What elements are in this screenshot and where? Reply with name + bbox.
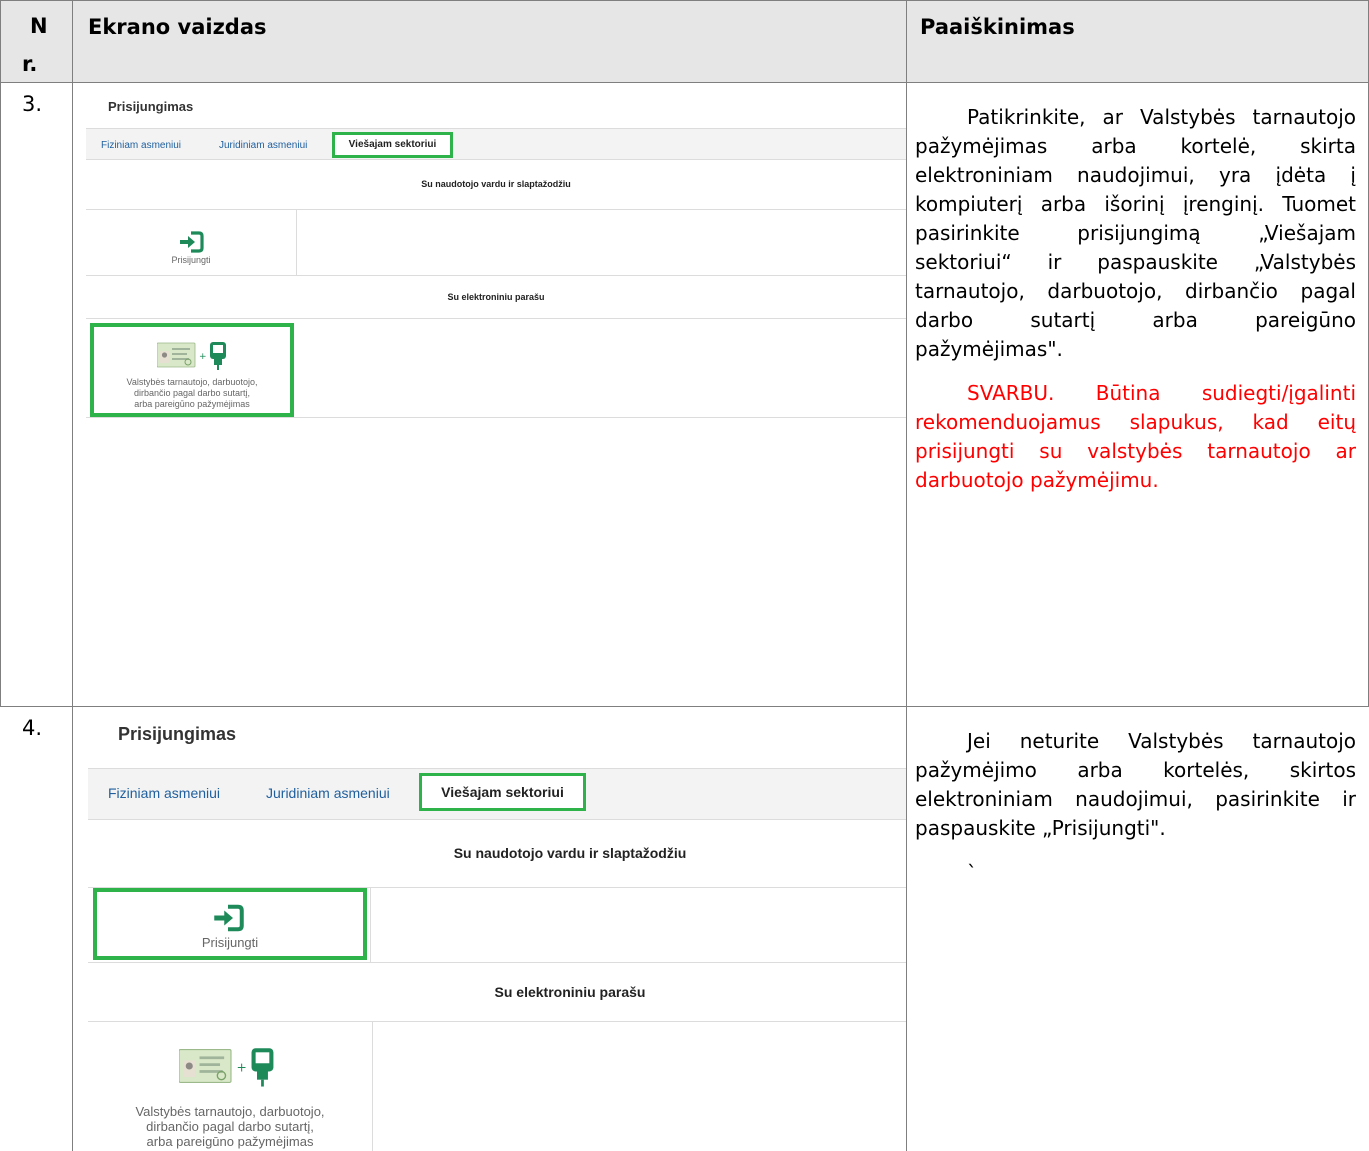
card-label-line: dirbančio pagal darbo sutartį, xyxy=(146,1119,314,1134)
explanation-text: Jei neturite Valstybės tarnautojo pažymė… xyxy=(915,729,1356,840)
login-arrow-icon xyxy=(180,231,204,253)
tab-bar: Fiziniam asmeniui Juridiniam asmeniui Vi… xyxy=(86,128,906,160)
tab-juridiniam[interactable]: Juridiniam asmeniui xyxy=(219,140,307,151)
card-login-cell[interactable]: + Valstybės tarnautojo, darbuotojo, dirb… xyxy=(90,323,294,417)
login-title: Prisijungimas xyxy=(108,99,194,114)
login-label: Prisijungti xyxy=(171,255,211,265)
explanation-row3: Patikrinkite, ar Valstybės tarnautojo pa… xyxy=(915,103,1356,495)
grid-line xyxy=(906,0,907,1151)
login-arrow-icon xyxy=(214,904,244,932)
card-label-line: arba pareigūno pažymėjimas xyxy=(134,399,250,409)
password-login-row: Prisijungti xyxy=(86,210,906,276)
login-label: Prisijungti xyxy=(201,935,259,950)
grid-line xyxy=(0,82,1369,83)
login-screenshot-large: Prisijungimas Fiziniam asmeniui Juridini… xyxy=(88,712,906,1151)
header-nr-line1: N xyxy=(30,14,48,38)
section-password: Su naudotojo vardu ir slaptažodžiu xyxy=(86,159,906,210)
table-header xyxy=(0,0,1369,82)
id-card-icon: + xyxy=(157,342,226,370)
explanation-text: Patikrinkite, ar Valstybės tarnautojo pa… xyxy=(915,105,1356,361)
card-reader-icon xyxy=(210,342,226,370)
tab-juridiniam[interactable]: Juridiniam asmeniui xyxy=(266,785,390,801)
section-esign: Su elektroniniu parašu xyxy=(86,276,906,319)
card-label-line: Valstybės tarnautojo, darbuotojo, xyxy=(135,1104,325,1119)
card-label: Valstybės tarnautojo, darbuotojo, dirban… xyxy=(94,377,290,410)
tab-fiziniam[interactable]: Fiziniam asmeniui xyxy=(101,140,181,151)
tab-viesajam[interactable]: Viešajam sektoriui xyxy=(419,773,586,811)
section-esign: Su elektroniniu parašu xyxy=(88,963,906,1022)
header-nr-line2: r. xyxy=(22,52,38,76)
card-login-cell[interactable]: + Valstybės tarnautojo, darbuotojo, dirb… xyxy=(88,1022,373,1151)
warning-text: SVARBU. Būtina sudiegti/įgalinti rekomen… xyxy=(915,381,1356,492)
header-explanation: Paaiškinimas xyxy=(920,15,1075,39)
card-label: Valstybės tarnautojo, darbuotojo, dirban… xyxy=(88,1104,372,1149)
svg-text:+: + xyxy=(236,1060,246,1074)
row-number: 4. xyxy=(22,716,43,740)
header-screen: Ekrano vaizdas xyxy=(88,15,267,39)
card-label-line: arba pareigūno pažymėjimas xyxy=(146,1134,314,1149)
svg-text:+: + xyxy=(199,352,207,362)
login-screenshot-small: Prisijungimas Fiziniam asmeniui Juridini… xyxy=(86,88,906,420)
tab-viesajam[interactable]: Viešajam sektoriui xyxy=(332,132,453,158)
explanation-row4: Jei neturite Valstybės tarnautojo pažymė… xyxy=(915,727,1356,888)
card-label-line: dirbančio pagal darbo sutartį, xyxy=(133,388,251,398)
esign-row: + Valstybės tarnautojo, darbuotojo, dirb… xyxy=(86,319,906,418)
login-title: Prisijungimas xyxy=(118,724,237,744)
section-password: Su naudotojo vardu ir slaptažodžiu xyxy=(88,819,906,888)
login-cell[interactable]: Prisijungti xyxy=(93,888,367,960)
login-cell[interactable]: Prisijungti xyxy=(86,210,297,275)
id-card-icon: + xyxy=(179,1048,274,1087)
esign-row: + Valstybės tarnautojo, darbuotojo, dirb… xyxy=(88,1022,906,1151)
grid-line xyxy=(0,706,1369,707)
trailing-mark: ` xyxy=(967,861,977,885)
grid-line xyxy=(0,0,1369,1)
grid-line xyxy=(0,0,1,706)
tab-bar: Fiziniam asmeniui Juridiniam asmeniui Vi… xyxy=(88,768,906,820)
card-label-line: Valstybės tarnautojo, darbuotojo, xyxy=(126,377,258,387)
password-login-row: Prisijungti xyxy=(88,888,906,963)
grid-line xyxy=(72,0,73,1151)
tab-fiziniam[interactable]: Fiziniam asmeniui xyxy=(108,785,220,801)
row-number: 3. xyxy=(22,92,43,116)
card-reader-icon xyxy=(251,1048,274,1087)
